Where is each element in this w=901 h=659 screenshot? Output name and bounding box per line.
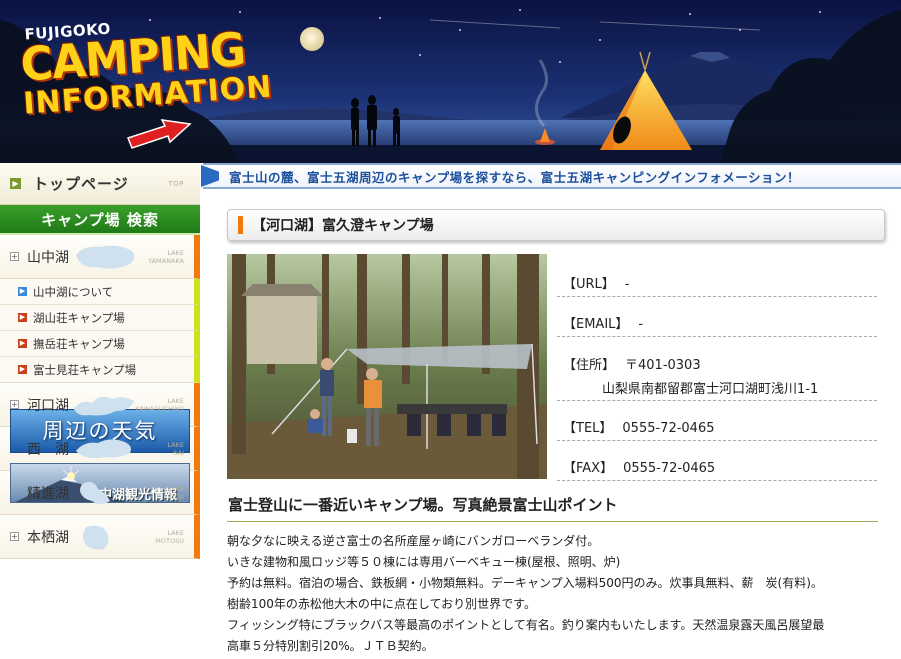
info-fax-row: 【FAX】 0555-72-0465: [557, 441, 877, 481]
catchphrase-heading: 富士登山に一番近いキャンプ場。写真絶景富士山ポイント: [227, 494, 878, 522]
lake-shape-icon: [74, 396, 134, 416]
expand-plus-icon: +: [10, 400, 19, 409]
info-address-row: 【住所】 〒401-0303 山梨県南都留郡富士河口湖町浅川1-1: [557, 337, 877, 401]
lake-name: 本栖湖: [27, 529, 69, 546]
lake-en: LAKE YAMANAKA: [148, 249, 184, 265]
lake-name: 精進湖: [27, 485, 69, 502]
info-address-value: 山梨県南都留郡富士河口湖町浅川1-1: [602, 382, 819, 397]
lake-shape-icon: [83, 525, 109, 550]
sidebar-sub-kozanso[interactable]: ▶ 湖山荘キャンプ場: [0, 305, 200, 331]
page-title-box: 【河口湖】富久澄キャンプ場: [227, 209, 885, 241]
expand-plus-icon: +: [10, 532, 19, 541]
sidebar-lake-motosu[interactable]: + 本栖湖 LAKE MOTOSU: [0, 515, 200, 559]
lake-shape-icon: [80, 481, 110, 504]
arrow-right-icon: ▶: [18, 313, 27, 322]
info-tel-label: 【TEL】: [563, 421, 613, 436]
description-line: フィッシング特にブラックバス等最高のポイントとして有名。釣り案内もいたします。天…: [227, 618, 825, 632]
info-email-value: -: [638, 317, 644, 332]
tagline-marker-icon: [201, 165, 219, 187]
info-address-label: 【住所】: [563, 358, 616, 373]
info-fax-value: 0555-72-0465: [623, 461, 716, 476]
description-line: 樹齢100年の赤松他大木の中に点在しており別世界です。: [227, 597, 536, 611]
description-line: いきな建物和風ロッジ等５０棟には専用バーベキュー棟(屋根、照明、炉): [227, 555, 621, 569]
lake-name: 河口湖: [27, 397, 69, 414]
description-line: 高車５分特別割引20%。ＪＴＢ契約。: [227, 639, 434, 653]
info-email-row: 【EMAIL】 -: [557, 297, 877, 337]
arrow-right-icon: ▶: [10, 178, 21, 189]
sidebar: ▶ トップページ TOP キャンプ場 検索 + 山中湖 LAKE YAMANAKA…: [0, 163, 200, 659]
description-line: 朝な夕なに映える逆さ富士の名所産屋ヶ崎にバンガローベランダ付。: [227, 534, 600, 548]
description-line: 予約は無料。宿泊の場合、鉄板網・小物類無料。デーキャンプ入場料500円のみ。炊事…: [227, 576, 823, 590]
lake-en: LAKE SYOJI: [167, 485, 184, 501]
sidebar-sub-yamanaka-about[interactable]: ▶ 山中湖について: [0, 279, 200, 305]
info-tel-value: 0555-72-0465: [622, 421, 715, 436]
sidebar-item-top[interactable]: ▶ トップページ TOP: [0, 163, 200, 205]
info-url-value: -: [624, 277, 630, 292]
sidebar-lake-yamanaka[interactable]: + 山中湖 LAKE YAMANAKA: [0, 235, 200, 279]
arrow-right-icon: ▶: [18, 365, 27, 374]
arrow-right-icon: ▶: [18, 287, 27, 296]
lake-en: LAKE SAI: [167, 441, 184, 457]
lake-name: 西 湖: [27, 441, 69, 458]
sidebar-sub-fujimiso[interactable]: ▶ 富士見荘キャンプ場: [0, 357, 200, 383]
campsite-info: 【URL】 - 【EMAIL】 - 【住所】 〒401-0303 山梨県南都留郡…: [557, 257, 877, 481]
lake-shape-icon: [76, 439, 131, 459]
info-tel-row: 【TEL】 0555-72-0465: [557, 401, 877, 441]
site-header: FUJIGOKO CAMPING INFORMATION: [0, 0, 901, 163]
campsite-description: 朝な夕なに映える逆さ富士の名所産屋ヶ崎にバンガローベランダ付。 いきな建物和風ロ…: [227, 531, 887, 657]
lake-shape-icon: [76, 245, 135, 269]
info-zip-value: 〒401-0303: [625, 358, 701, 373]
sidebar-item-label: トップページ: [33, 175, 129, 193]
expand-plus-icon: +: [10, 252, 19, 261]
tagline-bar: 富士山の麓、富士五湖周辺のキャンプ場を探すなら、富士五湖キャンピングインフォメー…: [201, 163, 901, 189]
lake-en: LAKE MOTOSU: [155, 529, 184, 545]
sidebar-item-en: TOP: [168, 180, 184, 188]
lake-en: LAKE KAWAGUCHIKO: [135, 397, 184, 413]
tagline-text: 富士山の麓、富士五湖周辺のキャンプ場を探すなら、富士五湖キャンピングインフォメー…: [229, 169, 801, 185]
info-url-row: 【URL】 -: [557, 257, 877, 297]
campsite-photo: [227, 254, 547, 479]
arrow-right-icon: ▶: [18, 339, 27, 348]
info-email-label: 【EMAIL】: [563, 317, 629, 332]
sidebar-sub-bugakuso[interactable]: ▶ 撫岳荘キャンプ場: [0, 331, 200, 357]
lake-name: 山中湖: [27, 249, 69, 266]
page-title: 【河口湖】富久澄キャンプ場: [252, 218, 434, 234]
campsite-search-heading: キャンプ場 検索: [0, 205, 200, 235]
site-logo[interactable]: FUJIGOKO CAMPING INFORMATION: [18, 9, 274, 122]
title-accent-bar: [238, 216, 243, 234]
info-url-label: 【URL】: [563, 277, 615, 292]
moon-icon: [300, 27, 324, 51]
info-fax-label: 【FAX】: [563, 461, 614, 476]
